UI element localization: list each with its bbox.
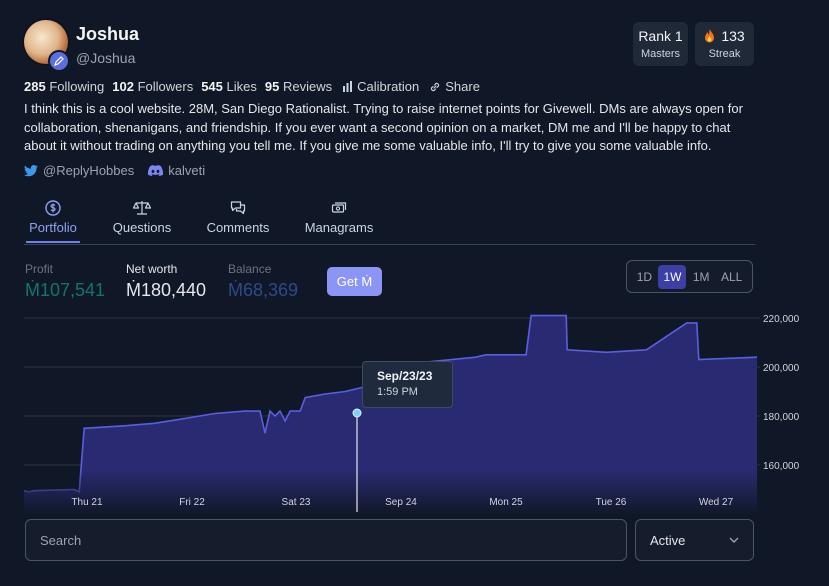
likes-count: 545 bbox=[201, 79, 223, 94]
range-1w-button[interactable]: 1W bbox=[658, 264, 687, 289]
active-tab-indicator bbox=[26, 241, 80, 243]
status-filter-value: Active bbox=[650, 532, 686, 548]
tooltip-date: Sep/23/23 bbox=[377, 369, 433, 383]
scale-icon bbox=[133, 201, 151, 215]
balance-label: Balance bbox=[228, 262, 272, 276]
networth-label: Net worth bbox=[126, 262, 178, 276]
bar-chart-icon bbox=[343, 81, 353, 92]
tab-managrams[interactable]: Managrams bbox=[305, 198, 373, 235]
followers-count: 102 bbox=[112, 79, 134, 94]
pencil-icon bbox=[54, 56, 64, 66]
following-stat[interactable]: 285 Following bbox=[24, 79, 104, 94]
balance-value: Ṁ68,369 bbox=[228, 280, 299, 300]
hover-point bbox=[352, 408, 362, 418]
x-tick-label: Sat 23 bbox=[282, 497, 311, 508]
profile-name: Joshua bbox=[76, 24, 140, 44]
x-tick-label: Tue 26 bbox=[596, 497, 627, 508]
search-box bbox=[25, 519, 627, 561]
share-label: Share bbox=[445, 79, 480, 94]
tab-questions[interactable]: Questions bbox=[113, 198, 171, 235]
chart-tooltip: Sep/23/23 1:59 PM bbox=[362, 361, 453, 408]
x-tick-label: Wed 27 bbox=[699, 497, 734, 508]
tooltip-time: 1:59 PM bbox=[377, 386, 418, 398]
networth-value: Ṁ180,440 bbox=[126, 280, 207, 300]
flame-icon bbox=[705, 29, 715, 43]
search-input[interactable] bbox=[26, 520, 626, 560]
x-tick-label: Mon 25 bbox=[489, 497, 523, 508]
get-mana-button[interactable]: Get Ṁ bbox=[327, 267, 382, 296]
social-links: @ReplyHobbes kalveti bbox=[24, 163, 205, 178]
likes-stat[interactable]: 545 Likes bbox=[201, 79, 257, 94]
followers-stat[interactable]: 102 Followers bbox=[112, 79, 193, 94]
twitter-link[interactable]: @ReplyHobbes bbox=[24, 163, 134, 178]
tab-portfolio-label: Portfolio bbox=[29, 220, 77, 235]
rank-label: Masters bbox=[640, 48, 681, 60]
profit-metric[interactable]: Profit Ṁ107,541 bbox=[25, 262, 105, 301]
tab-portfolio[interactable]: Portfolio bbox=[28, 198, 78, 235]
chat-icon bbox=[230, 201, 246, 215]
edit-avatar-button[interactable] bbox=[48, 50, 70, 72]
cash-icon bbox=[331, 202, 347, 213]
stats-row: 285 Following 102 Followers 545 Likes 95… bbox=[24, 79, 480, 94]
profile-tabs: Portfolio Questions Comments Managrams bbox=[24, 198, 755, 245]
profile-handle: @Joshua bbox=[76, 50, 136, 66]
y-tick-label: 200,000 bbox=[763, 363, 800, 374]
tab-questions-label: Questions bbox=[112, 220, 172, 235]
share-link[interactable]: Share bbox=[429, 79, 480, 94]
tab-comments[interactable]: Comments bbox=[206, 198, 270, 235]
followers-label: Followers bbox=[137, 79, 194, 94]
discord-icon bbox=[148, 165, 164, 176]
networth-metric[interactable]: Net worth Ṁ180,440 bbox=[126, 262, 206, 301]
tab-comments-label: Comments bbox=[206, 220, 270, 235]
rank-badge[interactable]: Rank 1 Masters bbox=[633, 22, 688, 66]
chevron-down-icon bbox=[729, 537, 739, 543]
y-tick-label: 180,000 bbox=[763, 412, 800, 423]
x-tick-label: Sep 24 bbox=[385, 497, 417, 508]
calibration-link[interactable]: Calibration bbox=[342, 79, 419, 94]
link-icon bbox=[431, 82, 440, 91]
likes-label: Likes bbox=[226, 79, 257, 94]
reviews-label: Reviews bbox=[282, 79, 333, 94]
streak-badge[interactable]: 133 Streak bbox=[695, 22, 754, 66]
discord-handle: kalveti bbox=[168, 163, 206, 178]
following-count: 285 bbox=[24, 79, 46, 94]
rank-value: Rank 1 bbox=[638, 28, 683, 44]
x-tick-label: Thu 21 bbox=[71, 497, 103, 508]
profile-bio: I think this is a cool website. 28M, San… bbox=[24, 101, 743, 153]
time-range-selector: 1D 1W 1M ALL bbox=[626, 260, 753, 293]
currency-circle-icon bbox=[45, 200, 61, 216]
discord-link[interactable]: kalveti bbox=[148, 163, 205, 178]
y-tick-label: 160,000 bbox=[763, 461, 800, 472]
twitter-handle: @ReplyHobbes bbox=[43, 163, 135, 178]
profit-label: Profit bbox=[25, 262, 54, 276]
chart-bottom-fade bbox=[0, 470, 760, 515]
y-axis-ticks: 220,000 200,000 180,000 160,000 bbox=[763, 314, 800, 472]
following-label: Following bbox=[49, 79, 105, 94]
range-all-button[interactable]: ALL bbox=[716, 265, 747, 289]
reviews-stat[interactable]: 95 Reviews bbox=[265, 79, 332, 94]
streak-value: 133 bbox=[721, 28, 745, 44]
y-tick-label: 220,000 bbox=[763, 314, 800, 325]
range-1d-button[interactable]: 1D bbox=[632, 265, 657, 289]
calibration-label: Calibration bbox=[357, 79, 420, 94]
tab-managrams-label: Managrams bbox=[304, 220, 374, 235]
range-1m-button[interactable]: 1M bbox=[688, 265, 715, 289]
twitter-icon bbox=[24, 164, 38, 176]
reviews-count: 95 bbox=[264, 79, 280, 94]
balance-metric[interactable]: Balance Ṁ68,369 bbox=[228, 262, 298, 301]
streak-label: Streak bbox=[708, 48, 741, 60]
profit-value: Ṁ107,541 bbox=[25, 280, 106, 300]
status-filter-select[interactable]: Active bbox=[635, 519, 754, 561]
x-tick-label: Fri 22 bbox=[179, 497, 205, 508]
